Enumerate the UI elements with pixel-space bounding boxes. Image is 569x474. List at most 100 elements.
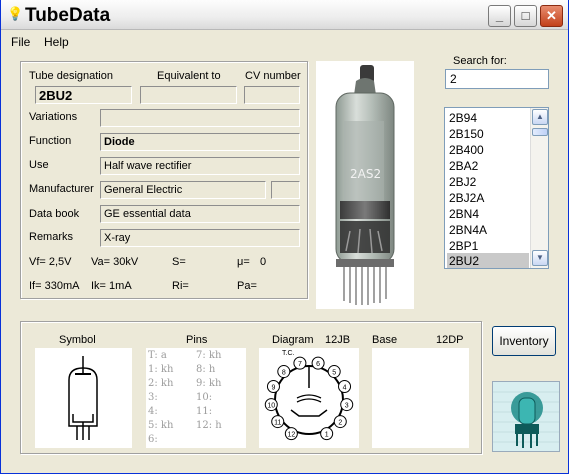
list-item[interactable]: 2BJ2A xyxy=(447,190,529,206)
cv-number-field xyxy=(244,86,300,104)
list-item[interactable]: 2BN4 xyxy=(447,206,529,222)
diagram-pin-label: 11 xyxy=(274,420,281,427)
diagram-pin-label: 8 xyxy=(282,370,286,377)
pin-entry: 8: h xyxy=(196,364,216,375)
equivalent-label: Equivalent to xyxy=(157,70,221,82)
close-icon: ✕ xyxy=(546,8,557,23)
pin-entry: 7: kh xyxy=(196,350,222,361)
diagram-pin-label: 9 xyxy=(272,385,276,392)
inventory-button[interactable]: Inventory xyxy=(492,326,556,356)
diagram-code: 12JB xyxy=(325,334,351,346)
scroll-down-button[interactable]: ▼ xyxy=(532,250,548,266)
pin-entry: T: a xyxy=(148,350,167,361)
function-label: Function xyxy=(29,135,72,147)
diagram-tc-label: T.C. xyxy=(282,350,295,357)
diode-symbol-icon xyxy=(68,356,98,440)
list-item[interactable]: 2BN4A xyxy=(447,222,529,238)
scroll-thumb[interactable] xyxy=(532,128,548,136)
list-item-selected[interactable]: 2BU2 xyxy=(447,253,529,268)
pin-entry: 10: xyxy=(196,392,213,403)
menu-bar: File Help xyxy=(1,31,568,51)
param-s: S= xyxy=(172,256,186,268)
function-field: Diode xyxy=(100,133,300,151)
variations-field xyxy=(100,109,300,127)
diagram-pin-label: 7 xyxy=(298,361,302,368)
pins-box: T: a 1: kh 2: kh 3: 4: 5: kh 6: 7: kh 8:… xyxy=(146,348,246,448)
pin-entry: 11: xyxy=(196,406,213,417)
maximize-icon: □ xyxy=(521,8,530,23)
param-if: If= 330mA xyxy=(29,280,80,292)
tube-logo-icon xyxy=(493,382,559,451)
search-input[interactable] xyxy=(445,69,549,89)
remarks-label: Remarks xyxy=(29,231,74,243)
databook-field: GE essential data xyxy=(100,205,300,223)
equivalent-field xyxy=(140,86,237,104)
tube-symbol xyxy=(35,348,132,448)
param-va: Va= 30kV xyxy=(91,256,139,268)
search-label: Search for: xyxy=(453,55,507,67)
app-window: 💡 TubeData _ □ ✕ File Help Tube designat… xyxy=(0,0,569,474)
param-mu-value: 0 xyxy=(260,256,267,268)
search-results-list[interactable]: 2B94 2B150 2B400 2BA2 2BJ2 2BJ2A 2BN4 2B… xyxy=(444,107,549,269)
window-title: TubeData xyxy=(25,5,111,26)
bulb-icon: 💡 xyxy=(7,6,24,21)
scroll-up-button[interactable]: ▲ xyxy=(532,109,548,125)
pin-entry: 12: h xyxy=(196,420,222,431)
diagram-pin-label: 6 xyxy=(316,361,320,368)
base-diagram: 1 2 3 4 5 6 7 8 9 10 11 12 T.C. xyxy=(259,348,359,448)
menu-file[interactable]: File xyxy=(11,35,30,49)
list-item[interactable]: 2BJ2 xyxy=(447,174,529,190)
list-item[interactable]: 2B150 xyxy=(447,126,529,142)
diagram-label: Diagram xyxy=(272,334,314,346)
base-code: 12DP xyxy=(436,334,464,346)
tube-designation-field: 2BU2 xyxy=(35,86,132,104)
list-item[interactable]: 2BA2 xyxy=(447,158,529,174)
diagram-pin-label: 2 xyxy=(338,420,342,427)
diagram-pin-label: 3 xyxy=(345,403,349,410)
chevron-up-icon: ▲ xyxy=(536,112,544,121)
symbol-label: Symbol xyxy=(59,334,96,346)
manufacturer-label: Manufacturer xyxy=(29,183,94,195)
minimize-icon: _ xyxy=(495,8,504,23)
databook-label: Data book xyxy=(29,208,80,220)
tube-marking: 2AS2 xyxy=(350,167,382,181)
diagram-pin-label: 12 xyxy=(287,432,295,439)
maximize-button[interactable]: □ xyxy=(514,5,537,27)
param-ri: Ri= xyxy=(172,280,189,292)
diagram-pin-label: 4 xyxy=(343,385,347,392)
tube-photo-graphic xyxy=(335,65,395,305)
pins-label: Pins xyxy=(186,334,208,346)
base-diagram-graphic: 123456789101112 xyxy=(264,356,354,441)
variations-label: Variations xyxy=(29,111,78,123)
list-item[interactable]: 2BP1 xyxy=(447,238,529,254)
chevron-down-icon: ▼ xyxy=(536,253,544,262)
pin-entry: 2: kh xyxy=(148,378,174,389)
app-logo xyxy=(492,381,560,452)
param-mu: μ= xyxy=(237,256,250,268)
pin-entry: 5: kh xyxy=(148,420,174,431)
tube-designation-label: Tube designation xyxy=(29,70,113,82)
diagram-pin-label: 5 xyxy=(332,370,336,377)
list-item[interactable]: 2B400 xyxy=(447,142,529,158)
minimize-button[interactable]: _ xyxy=(488,5,511,27)
param-ik: Ik= 1mA xyxy=(91,280,132,292)
list-item[interactable]: 2B94 xyxy=(447,110,529,126)
use-field: Half wave rectifier xyxy=(100,157,300,175)
pin-entry: 9: kh xyxy=(196,378,222,389)
close-button[interactable]: ✕ xyxy=(540,5,563,27)
param-vf: Vf= 2,5V xyxy=(29,256,72,268)
title-bar[interactable]: 💡 TubeData _ □ ✕ xyxy=(1,0,568,30)
tube-photo: 2AS2 xyxy=(316,61,414,309)
pin-entry: 6: xyxy=(148,434,158,445)
pin-entry: 4: xyxy=(148,406,158,417)
diagram-pin-label: 10 xyxy=(267,403,275,410)
use-label: Use xyxy=(29,159,49,171)
param-pa: Pa= xyxy=(237,280,257,292)
base-label: Base xyxy=(372,334,398,346)
base-box xyxy=(372,348,469,448)
remarks-field: X-ray xyxy=(100,229,300,247)
pin-entry: 1: kh xyxy=(148,364,174,375)
cv-number-label: CV number xyxy=(245,70,301,82)
list-scrollbar[interactable]: ▲ ▼ xyxy=(530,108,548,268)
menu-help[interactable]: Help xyxy=(44,35,69,49)
